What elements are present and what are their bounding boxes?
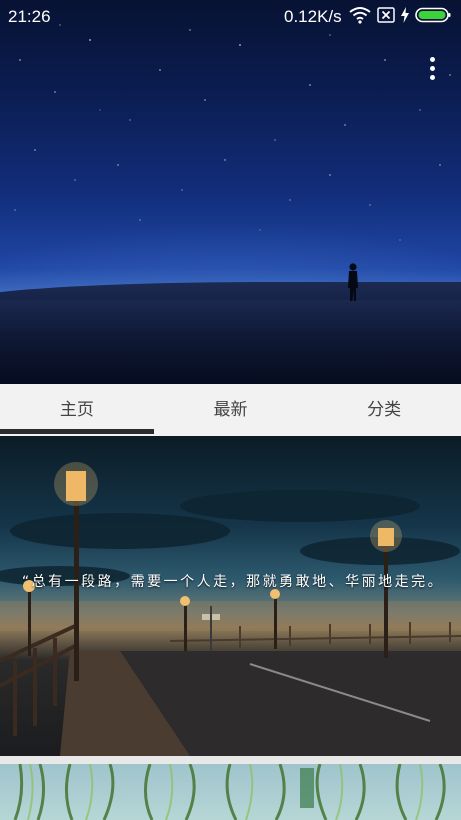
more-vert-icon[interactable]	[419, 54, 445, 82]
willow-scene	[13, 764, 446, 820]
status-time: 21:26	[8, 7, 51, 26]
hero-banner-image: 21:26 0.12K/s	[0, 0, 461, 384]
card-divider	[0, 756, 461, 764]
feed-card-image-2[interactable]	[0, 764, 461, 820]
tab-indicator	[0, 429, 154, 434]
street-scene	[0, 462, 461, 756]
charging-icon	[401, 7, 409, 23]
status-icons	[349, 6, 451, 24]
tab-latest[interactable]: 最新	[154, 384, 308, 436]
feed-card-image[interactable]	[0, 436, 461, 756]
battery-icon	[415, 7, 451, 23]
dune-shadow	[0, 300, 461, 384]
status-bar: 21:26 0.12K/s	[0, 0, 461, 32]
person-silhouette	[348, 263, 358, 301]
network-speed: 0.12K/s	[284, 7, 342, 26]
sim-disabled-icon	[377, 7, 395, 23]
wifi-icon	[349, 7, 371, 24]
feed-quote-text: “总有一段路，需要一个人走，那就勇敢地、华丽地走完。	[21, 574, 445, 590]
tab-category[interactable]: 分类	[307, 384, 461, 436]
